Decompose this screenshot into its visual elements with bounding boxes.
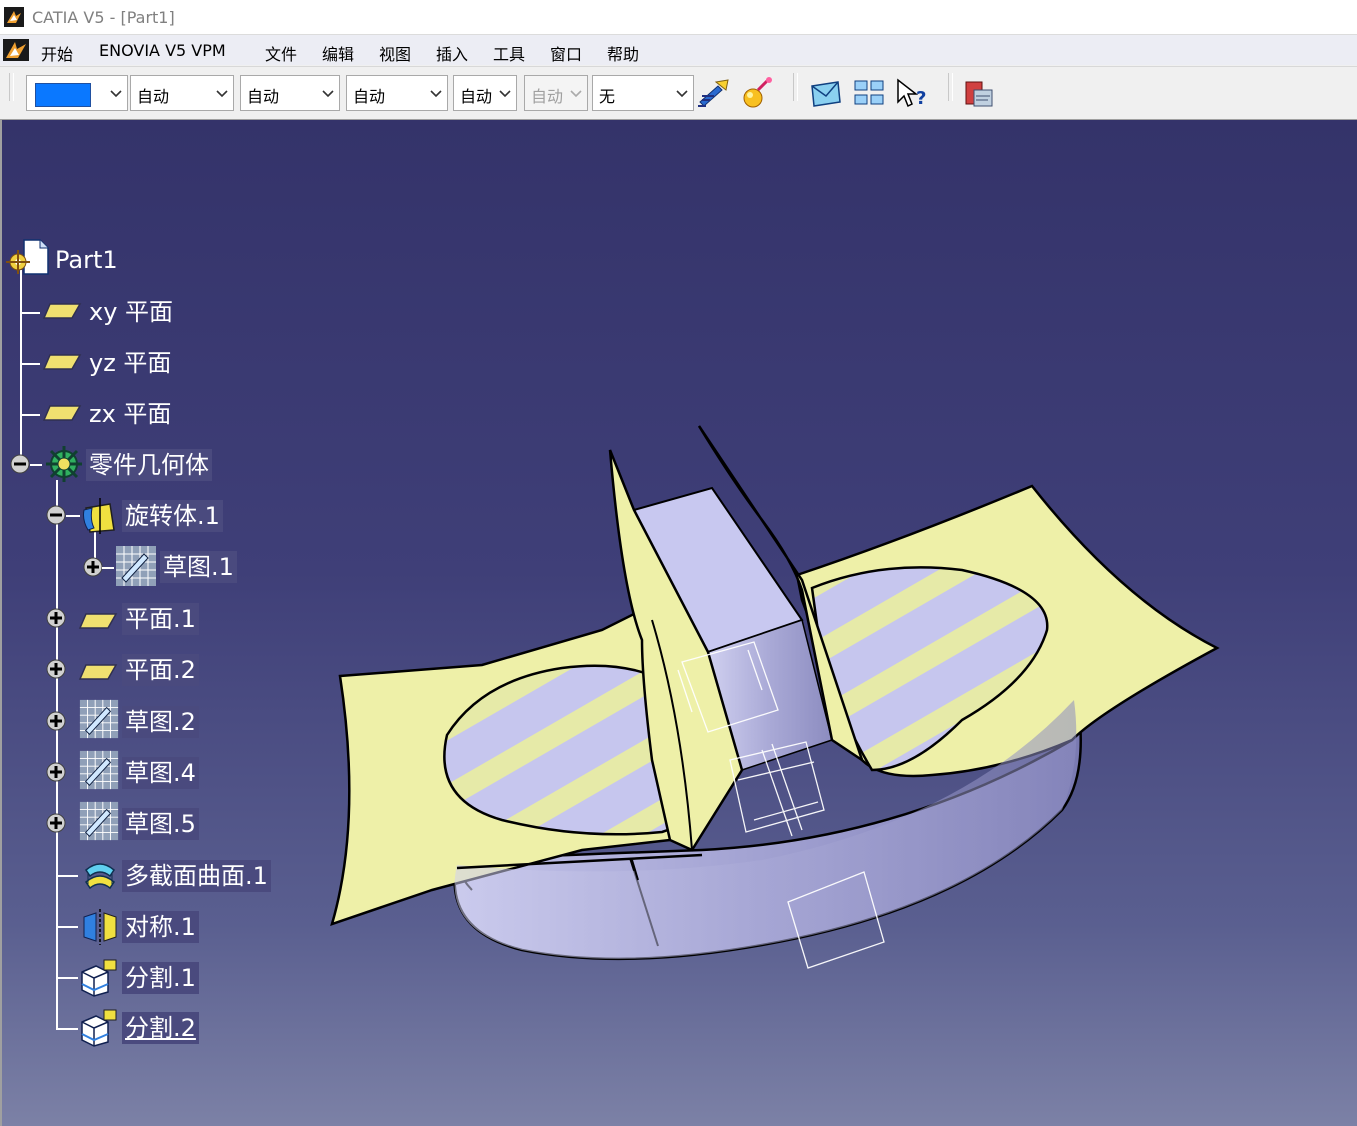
title-bar: CATIA V5 - [Part1] — [0, 0, 1357, 35]
catia-logo-icon — [4, 7, 24, 27]
chevron-down-icon — [430, 90, 442, 98]
svg-text:?: ? — [916, 88, 926, 109]
specification-tree: Part1 xy 平面 yz 平面 zx 平面 零件几何体 旋转体.1 草图.1… — [2, 120, 402, 1126]
tree-item-part-body[interactable]: 零件几何体 — [86, 449, 212, 481]
collapse-minus-icon[interactable] — [9, 453, 31, 475]
part-document-icon[interactable] — [6, 236, 50, 278]
menu-file[interactable]: 文件 — [262, 40, 300, 66]
color-swatch — [35, 83, 91, 107]
3d-viewport[interactable]: Part1 xy 平面 yz 平面 zx 平面 零件几何体 旋转体.1 草图.1… — [0, 120, 1357, 1126]
tree-item-zx-plane[interactable]: zx 平面 — [86, 398, 174, 430]
line-type-combo[interactable]: 自动 — [346, 75, 448, 111]
chevron-down-icon — [499, 90, 511, 98]
line-thickness-combo[interactable]: 自动 — [240, 75, 340, 111]
menu-window[interactable]: 窗口 — [547, 40, 585, 66]
chevron-down-icon — [216, 90, 228, 98]
combo-value: 自动 — [531, 87, 564, 106]
menu-view[interactable]: 视图 — [376, 40, 414, 66]
graphic-properties-icon[interactable] — [740, 76, 776, 110]
menu-enovia[interactable]: ENOVIA V5 VPM — [96, 40, 229, 61]
sketch-icon — [79, 801, 119, 841]
tree-root-part1[interactable]: Part1 — [52, 244, 121, 276]
tree-item-symmetry-1[interactable]: 对称.1 — [122, 911, 199, 943]
mail-icon[interactable] — [808, 76, 844, 110]
tile-windows-icon[interactable] — [852, 76, 888, 110]
plane-icon — [42, 303, 82, 319]
catalog-browser-icon[interactable] — [962, 76, 998, 110]
collapse-minus-icon[interactable] — [45, 504, 67, 526]
help-pointer-icon[interactable]: ? — [894, 76, 930, 110]
revolve-icon — [83, 498, 115, 534]
menu-edit[interactable]: 编辑 — [319, 40, 357, 66]
multi-section-surface-icon — [85, 863, 115, 890]
plane-icon — [78, 664, 118, 680]
tree-item-xy-plane[interactable]: xy 平面 — [86, 296, 176, 328]
combo-value: 自动 — [353, 87, 386, 106]
catia-menu-icon[interactable] — [2, 38, 30, 62]
toolbar-grip[interactable] — [793, 73, 798, 101]
combo-value: 自动 — [247, 87, 280, 106]
tree-item-sketch-1[interactable]: 草图.1 — [160, 551, 237, 583]
expand-plus-icon[interactable] — [82, 556, 104, 578]
render-style-combo[interactable]: 自动 — [524, 75, 588, 111]
plane-icon — [42, 354, 82, 370]
expand-plus-icon[interactable] — [45, 812, 67, 834]
expand-plus-icon[interactable] — [45, 658, 67, 680]
layer-combo[interactable]: 无 — [592, 75, 694, 111]
menu-bar: 开始 ENOVIA V5 VPM 文件 编辑 视图 插入 工具 窗口 帮助 — [0, 35, 1357, 65]
color-combo[interactable] — [26, 75, 128, 111]
expand-plus-icon[interactable] — [45, 607, 67, 629]
expand-plus-icon[interactable] — [45, 761, 67, 783]
sketch-icon — [79, 699, 119, 739]
point-symbol-combo[interactable]: 自动 — [453, 75, 517, 111]
symmetry-icon — [83, 909, 117, 945]
menu-help[interactable]: 帮助 — [604, 40, 642, 66]
combo-value: 自动 — [460, 87, 493, 106]
chevron-down-icon — [110, 90, 122, 98]
combo-value: 无 — [599, 87, 616, 106]
split-icon — [81, 1009, 117, 1047]
menu-tools[interactable]: 工具 — [490, 40, 528, 66]
menu-insert[interactable]: 插入 — [433, 40, 471, 66]
toolbar-grip[interactable] — [9, 73, 14, 101]
toolbar-grip[interactable] — [948, 73, 953, 101]
combo-value: 自动 — [137, 87, 170, 106]
sketch-icon — [79, 750, 119, 790]
chevron-down-icon — [322, 90, 334, 98]
plane-icon — [42, 405, 82, 421]
properties-toolbar: 自动 自动 自动 自动 自动 无 ? — [0, 66, 1357, 121]
tree-item-yz-plane[interactable]: yz 平面 — [86, 347, 174, 379]
window-title: CATIA V5 - [Part1] — [32, 8, 175, 27]
chevron-down-icon — [676, 90, 688, 98]
chevron-down-icon — [570, 90, 582, 98]
tree-item-sketch-4[interactable]: 草图.4 — [122, 757, 199, 789]
part-body-gear-icon — [46, 446, 82, 482]
painter-icon[interactable] — [696, 76, 732, 110]
split-icon — [81, 959, 117, 997]
tree-item-sketch-5[interactable]: 草图.5 — [122, 808, 199, 840]
plane-icon — [78, 613, 118, 629]
expand-plus-icon[interactable] — [45, 710, 67, 732]
tree-item-plane-1[interactable]: 平面.1 — [122, 603, 199, 635]
menu-start[interactable]: 开始 — [38, 40, 76, 66]
sketch-icon — [116, 546, 156, 586]
tree-item-sketch-2[interactable]: 草图.2 — [122, 706, 199, 738]
transparency-combo[interactable]: 自动 — [130, 75, 234, 111]
tree-item-split-1[interactable]: 分割.1 — [122, 962, 199, 994]
tree-item-plane-2[interactable]: 平面.2 — [122, 654, 199, 686]
tree-item-split-2[interactable]: 分割.2 — [122, 1012, 199, 1044]
tree-item-multi-section-surface-1[interactable]: 多截面曲面.1 — [122, 860, 271, 892]
tree-item-revolve-1[interactable]: 旋转体.1 — [122, 500, 223, 532]
